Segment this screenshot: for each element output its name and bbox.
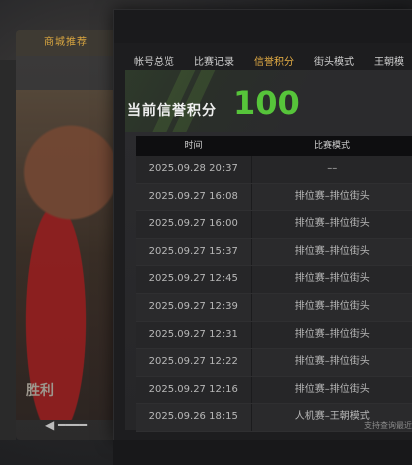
cell-mode: 排位赛–排位街头 [294, 328, 370, 340]
credit-score-title: 当前信誉积分 [127, 103, 217, 119]
history-limit-note: 支持查询最近 [364, 421, 412, 430]
cell-mode: 排位赛–排位街头 [294, 245, 370, 257]
table-body: 2025.09.28 20:37 –– 2025.09.27 16:08 排位赛–排… [136, 156, 412, 432]
table-row: 2025.09.27 16:08 排位赛–排位街头 [136, 183, 412, 212]
cell-mode: 排位赛–排位街头 [294, 300, 370, 312]
credit-history-table: 时间 比赛模式 2025.09.28 20:37 –– 2025.09.27 16… [136, 136, 412, 432]
cell-time: 2025.09.27 12:45 [136, 266, 252, 293]
table-row: 2025.09.27 12:16 排位赛–排位街头 [136, 376, 412, 405]
credit-score-panel: 当前信誉积分 100 时间 比赛模式 2025.09.28 20:37 –– 20… [125, 70, 412, 432]
promo-caption: 胜利 [26, 383, 54, 399]
background-promo-panel: 商城推荐 胜利 ◀ ━━━━ [16, 30, 116, 440]
table-row: 2025.09.27 16:00 排位赛–排位街头 [136, 211, 412, 239]
column-header-time: 时间 [184, 141, 203, 151]
account-dialog: 帐号总览 比赛记录 信誉积分 街头模式 王朝模 当前信誉积分 100 时间 比赛… [113, 9, 412, 441]
table-row: 2025.09.27 12:39 排位赛–排位街头 [136, 293, 412, 322]
table-row: 2025.09.27 15:37 排位赛–排位街头 [136, 238, 412, 267]
table-row: 2025.09.27 12:45 排位赛–排位街头 [136, 266, 412, 294]
table-row: 2025.09.27 12:31 排位赛–排位街头 [136, 321, 412, 350]
table-row: 2025.09.28 20:37 –– [136, 156, 412, 184]
credit-score-header: 当前信誉积分 100 [125, 70, 412, 132]
cell-time: 2025.09.27 12:31 [136, 321, 252, 349]
cell-time: 2025.09.27 15:37 [136, 238, 252, 266]
cell-mode: 排位赛–排位街头 [294, 218, 370, 230]
dialog-topbar [114, 10, 412, 43]
cell-time: 2025.09.27 16:08 [136, 183, 252, 211]
cell-mode: 排位赛–排位街头 [294, 356, 370, 368]
cell-time: 2025.09.27 12:16 [136, 376, 252, 404]
credit-score-value: 100 [233, 84, 300, 122]
promo-tab-label: 商城推荐 [16, 30, 116, 56]
cell-mode: 排位赛–排位街头 [294, 383, 370, 395]
background-left-strip [0, 60, 16, 440]
cell-time: 2025.09.28 20:37 [136, 156, 252, 183]
cell-time: 2025.09.27 12:39 [136, 293, 252, 321]
cell-mode: 排位赛–排位街头 [294, 273, 370, 285]
cell-mode: 排位赛–排位街头 [294, 190, 370, 202]
cell-time: 2025.09.27 16:00 [136, 211, 252, 238]
table-header: 时间 比赛模式 [136, 136, 412, 156]
cell-time: 2025.09.27 12:22 [136, 349, 252, 376]
cell-mode: –– [327, 163, 338, 174]
promo-carousel-arrows[interactable]: ◀ ━━━━ [16, 418, 116, 432]
cell-time: 2025.09.26 18:15 [136, 404, 252, 431]
dialog-bottom-bar [113, 440, 412, 465]
table-row: 2025.09.27 12:22 排位赛–排位街头 [136, 349, 412, 377]
player-artwork [16, 90, 116, 420]
column-header-mode: 比赛模式 [313, 141, 350, 151]
